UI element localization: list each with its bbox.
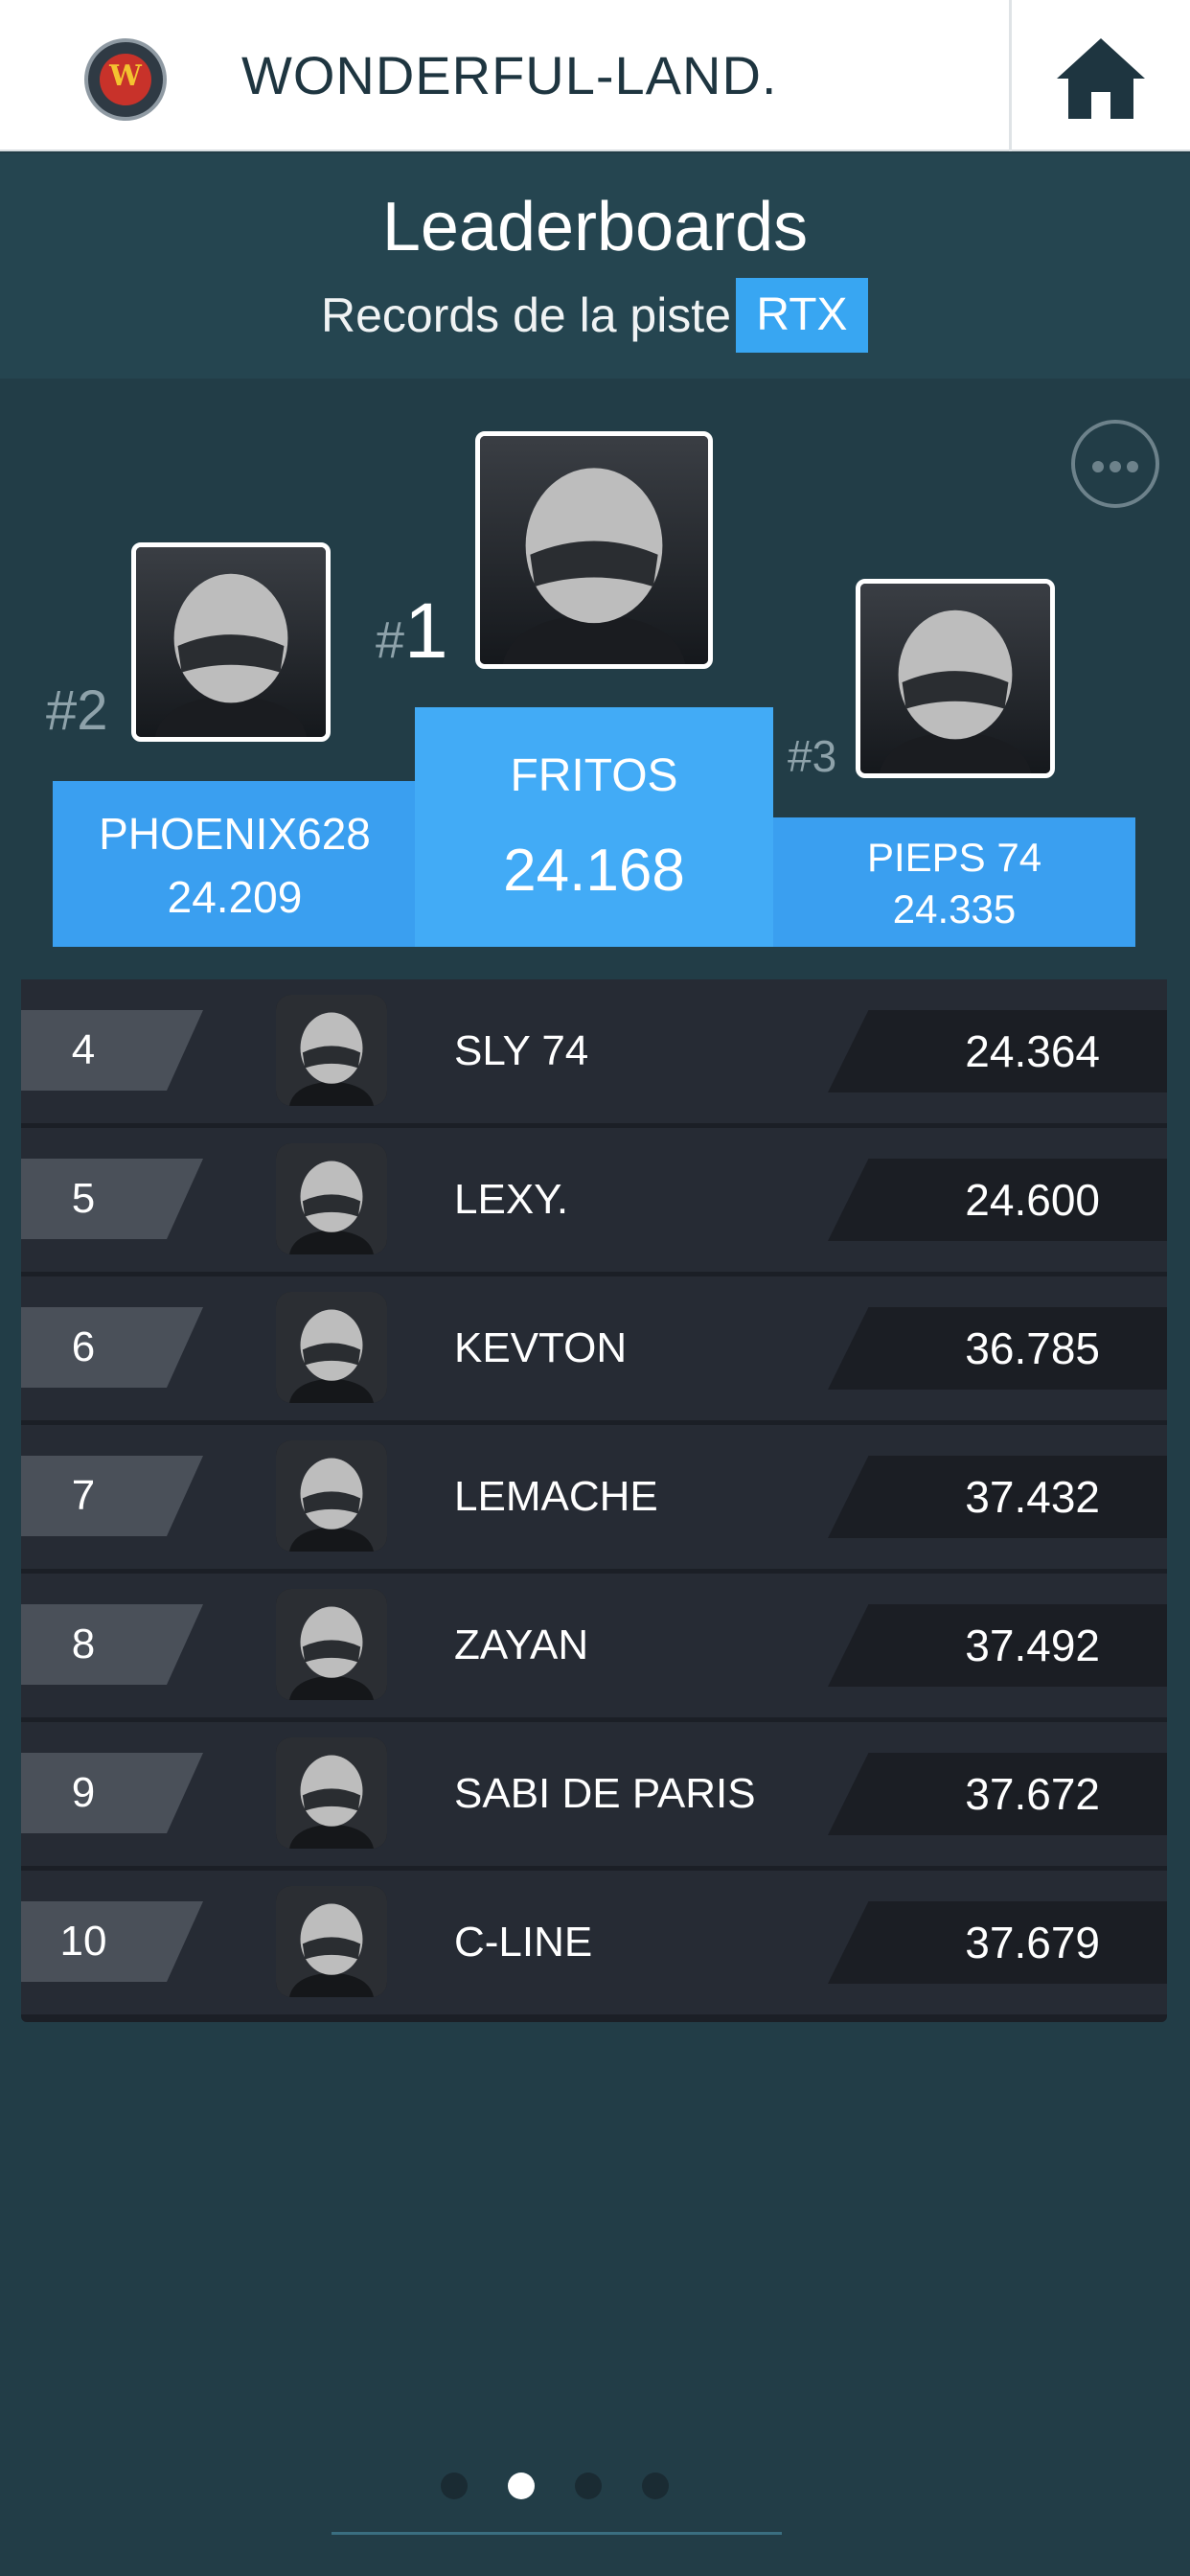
helmet-avatar-icon — [276, 1143, 387, 1254]
more-options-button[interactable] — [1071, 420, 1159, 508]
podium-name: PIEPS 74 — [866, 835, 1042, 880]
podium-avatar-2[interactable] — [131, 542, 331, 742]
row-rank: 9 — [71, 1769, 96, 1816]
rank-number: 3 — [812, 731, 837, 781]
row-name: SLY 74 — [454, 1027, 589, 1074]
podium-first[interactable]: FRITOS 24.168 — [415, 707, 773, 947]
row-rank: 4 — [71, 1026, 96, 1073]
page-dot-4[interactable] — [642, 2472, 669, 2499]
rank-number: 2 — [77, 679, 108, 742]
helmet-avatar-icon — [276, 1737, 387, 1849]
helmet-avatar-icon — [276, 1886, 387, 1997]
row-avatar — [276, 1440, 387, 1552]
row-time: 36.785 — [965, 1323, 1100, 1373]
list-row[interactable]: 5 LEXY. 24.600 — [21, 1128, 1167, 1272]
row-time: 24.600 — [965, 1175, 1100, 1225]
row-name: ZAYAN — [454, 1622, 589, 1668]
row-name: C-LINE — [454, 1919, 593, 1966]
row-avatar — [276, 1292, 387, 1403]
home-button[interactable] — [1012, 0, 1190, 151]
podium-second[interactable]: PHOENIX628 24.209 — [53, 781, 417, 947]
rank-number: 1 — [404, 587, 448, 675]
row-time: 37.432 — [965, 1472, 1100, 1522]
podium-name: PHOENIX628 — [99, 809, 371, 859]
top-bar: W WONDERFUL-LAND. — [0, 0, 1190, 151]
leaderboard-list: 4 SLY 74 24.364 5 LEXY. 24.600 6 KEVTON … — [21, 979, 1167, 2022]
more-dot — [1092, 461, 1104, 472]
rank-hash: # — [376, 611, 405, 669]
page-indicator — [441, 2467, 690, 2505]
row-name: LEXY. — [454, 1176, 569, 1223]
helmet-avatar-icon — [276, 1292, 387, 1403]
page-dot-3[interactable] — [575, 2472, 602, 2499]
rank-hash: # — [46, 679, 78, 742]
logo-letter: W — [109, 59, 142, 93]
row-rank: 10 — [59, 1918, 107, 1965]
page-dot-1[interactable] — [441, 2472, 468, 2499]
list-row[interactable]: 6 KEVTON 36.785 — [21, 1276, 1167, 1420]
brand-logo[interactable]: W — [84, 38, 167, 121]
helmet-avatar-icon — [480, 436, 708, 664]
helmet-avatar-icon — [136, 547, 326, 737]
bottom-divider — [332, 2532, 782, 2535]
list-row[interactable]: 8 ZAYAN 37.492 — [21, 1574, 1167, 1717]
row-rank: 6 — [71, 1323, 96, 1370]
rank-label-1: #1 — [376, 586, 448, 677]
row-avatar — [276, 1143, 387, 1254]
row-avatar — [276, 1589, 387, 1700]
helmet-avatar-icon — [276, 995, 387, 1106]
list-row[interactable]: 9 SABI DE PARIS 37.672 — [21, 1722, 1167, 1866]
rank-hash: # — [788, 731, 812, 781]
row-rank: 5 — [71, 1175, 96, 1222]
page-dot-2[interactable] — [508, 2472, 535, 2499]
row-time: 37.492 — [965, 1621, 1100, 1670]
list-row[interactable]: 4 SLY 74 24.364 — [21, 979, 1167, 1123]
podium-avatar-3[interactable] — [856, 579, 1055, 778]
row-name: LEMACHE — [454, 1473, 658, 1520]
more-dot — [1110, 461, 1121, 472]
podium-time: 24.168 — [503, 838, 685, 904]
podium-time: 24.209 — [167, 872, 303, 922]
helmet-avatar-icon — [860, 584, 1050, 773]
rank-label-2: #2 — [46, 678, 108, 743]
podium-avatar-1[interactable] — [475, 431, 713, 669]
helmet-avatar-icon — [276, 1589, 387, 1700]
row-rank: 8 — [71, 1621, 96, 1668]
row-name: SABI DE PARIS — [454, 1770, 756, 1817]
list-row[interactable]: 7 LEMACHE 37.432 — [21, 1425, 1167, 1569]
list-row[interactable]: 10 C-LINE 37.679 — [21, 1871, 1167, 2014]
rank-label-3: #3 — [788, 730, 836, 782]
row-avatar — [276, 1886, 387, 1997]
row-time: 37.672 — [965, 1769, 1100, 1819]
row-name: KEVTON — [454, 1324, 628, 1371]
podium-time: 24.335 — [892, 886, 1017, 932]
home-icon — [1057, 38, 1145, 119]
podium-name: FRITOS — [510, 750, 678, 801]
track-subtitle: Records de la piste — [321, 288, 732, 342]
podium-third[interactable]: PIEPS 74 24.335 — [773, 817, 1135, 947]
helmet-avatar-icon — [276, 1440, 387, 1552]
row-rank: 7 — [71, 1472, 96, 1519]
row-time: 24.364 — [965, 1026, 1100, 1076]
track-badge[interactable]: RTX — [736, 278, 868, 353]
brand-name: WONDERFUL-LAND. — [241, 45, 778, 105]
more-dot — [1127, 461, 1138, 472]
row-avatar — [276, 995, 387, 1106]
row-time: 37.679 — [965, 1918, 1100, 1967]
page-title: Leaderboards — [381, 189, 809, 265]
row-avatar — [276, 1737, 387, 1849]
